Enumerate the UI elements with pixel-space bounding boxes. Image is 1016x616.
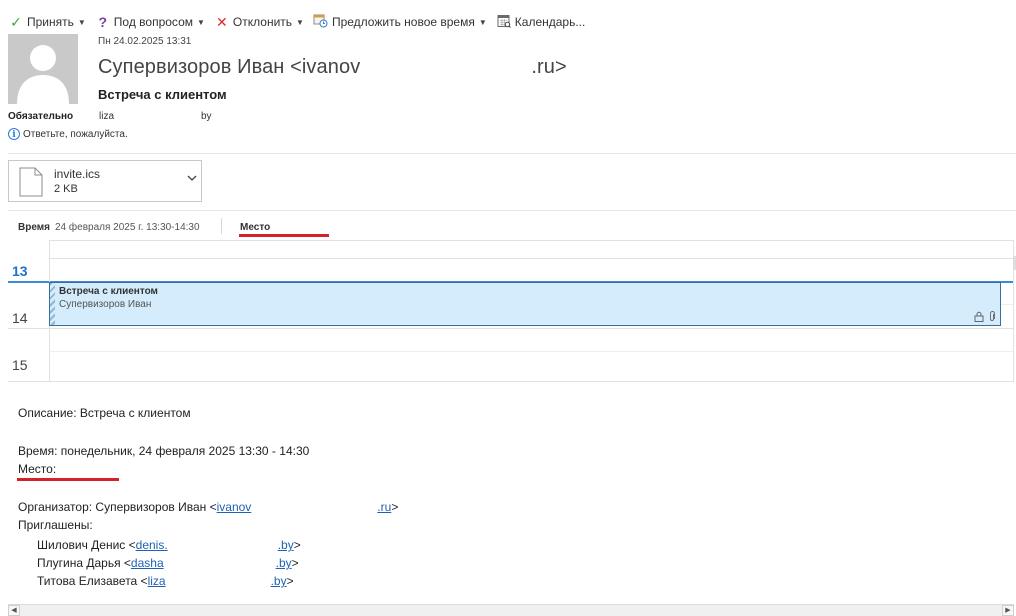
propose-time-label: Предложить новое время — [331, 15, 475, 29]
sender-name: Супервизоров Иван <ivanov — [98, 56, 361, 78]
invitee-suffix: > — [291, 556, 299, 570]
file-icon — [19, 167, 43, 197]
message-date: Пн 24.02.2025 13:31 — [98, 36, 192, 47]
organizer-prefix: Организатор: Супервизоров Иван < — [18, 500, 217, 514]
calendar-preview: 13 14 15 Встреча с клиентом Супервизоров… — [8, 240, 1014, 382]
organizer-suffix: > — [391, 500, 399, 514]
grid-line — [49, 351, 1014, 352]
organizer-email-domain-link[interactable]: .ru — [377, 500, 391, 514]
calendar-button[interactable]: Календарь... — [496, 14, 586, 31]
avatar — [8, 34, 78, 104]
appointment-organizer: Супервизоров Иван — [59, 299, 152, 310]
invitee-line: Шилович Денис <denis. .by> — [37, 538, 301, 552]
calendar-label: Календарь... — [514, 15, 586, 29]
grid-line — [49, 240, 1014, 241]
tentative-label: Под вопросом — [113, 15, 193, 29]
chevron-down-icon: ▼ — [77, 17, 86, 27]
invitee-line: Плугина Дарья <dasha .by> — [37, 556, 299, 570]
required-attendees-label: Обязательно — [8, 111, 74, 122]
invitee-suffix: > — [286, 574, 294, 588]
grid-line — [8, 381, 1014, 382]
time-label: Время — [18, 222, 50, 233]
required-attendee[interactable]: liza — [99, 111, 114, 122]
attachment-size: 2 KB — [54, 183, 78, 195]
place-label: Место — [240, 222, 271, 233]
tentative-button[interactable]: ? Под вопросом ▼ — [95, 14, 205, 30]
highlight-underline — [17, 478, 119, 481]
question-icon: ? — [98, 14, 108, 30]
calendar-icon — [496, 14, 512, 31]
message-subject: Встреча с клиентом — [98, 87, 227, 102]
propose-time-button[interactable]: Предложить новое время ▼ — [313, 13, 487, 31]
response-toolbar: ✓ Принять ▼ ? Под вопросом ▼ ✕ Отклонить… — [8, 12, 594, 32]
invitee-suffix: > — [293, 538, 301, 552]
invitee-name: Плугина Дарья < — [37, 556, 131, 570]
horizontal-scrollbar[interactable]: ◀ ▶ — [8, 604, 1014, 616]
hour-label: 15 — [12, 357, 28, 373]
person-icon — [8, 34, 78, 104]
invitee-email-link[interactable]: denis. — [136, 538, 168, 552]
info-text: Ответьте, пожалуйста. — [23, 128, 128, 140]
scroll-right-icon[interactable]: ▶ — [1002, 605, 1014, 616]
invitee-email-domain-link[interactable]: .by — [276, 556, 292, 570]
check-icon: ✓ — [10, 14, 22, 30]
grid-line — [8, 328, 1014, 329]
invitee-line: Титова Елизавета <liza .by> — [37, 574, 294, 588]
divider — [8, 210, 1016, 211]
paperclip-icon — [990, 311, 995, 321]
appointment-title: Встреча с клиентом — [59, 286, 158, 297]
invitee-email-domain-link[interactable]: .by — [278, 538, 294, 552]
divider — [8, 153, 1016, 154]
info-icon: i — [8, 128, 20, 140]
chevron-down-icon: ▼ — [197, 17, 205, 27]
cross-icon: ✕ — [216, 14, 228, 30]
chevron-down-icon: ▼ — [296, 17, 304, 27]
invitee-email-link[interactable]: dasha — [131, 556, 164, 570]
propose-time-icon — [313, 13, 329, 31]
hour-label: 14 — [12, 310, 28, 326]
time-line: Время: понедельник, 24 февраля 2025 13:3… — [18, 444, 310, 458]
organizer-email-link[interactable]: ivanov — [217, 500, 252, 514]
invitee-name: Шилович Денис < — [37, 538, 136, 552]
appointment-block[interactable]: Встреча с клиентом Супервизоров Иван — [49, 282, 1001, 326]
lock-icon — [974, 311, 984, 322]
description-line: Описание: Встреча с клиентом — [18, 406, 191, 420]
time-value: 24 февраля 2025 г. 13:30-14:30 — [55, 222, 200, 233]
divider — [221, 218, 222, 234]
highlight-underline — [239, 234, 329, 237]
accept-button[interactable]: ✓ Принять ▼ — [8, 14, 86, 30]
hour-label: 13 — [12, 263, 28, 279]
decline-label: Отклонить — [232, 15, 293, 29]
attachment-name: invite.ics — [54, 167, 101, 181]
invitee-email-link[interactable]: liza — [148, 574, 166, 588]
grid-line — [49, 258, 1014, 259]
attachment-card[interactable]: invite.ics 2 KB — [8, 160, 202, 202]
info-bar: i Ответьте, пожалуйста. — [8, 128, 128, 140]
organizer-line: Организатор: Супервизоров Иван <ivanov .r… — [18, 500, 398, 514]
chevron-down-icon[interactable] — [187, 173, 197, 185]
place-line: Место: — [18, 462, 57, 476]
invitee-name: Титова Елизавета < — [37, 574, 148, 588]
invitee-email-domain-link[interactable]: .by — [271, 574, 287, 588]
invited-label: Приглашены: — [18, 518, 93, 532]
decline-button[interactable]: ✕ Отклонить ▼ — [214, 14, 304, 30]
sender[interactable]: Супервизоров Иван <ivanov .ru> — [98, 56, 567, 79]
chevron-down-icon: ▼ — [478, 17, 487, 27]
scroll-left-icon[interactable]: ◀ — [8, 605, 20, 616]
required-attendee-domain: by — [201, 111, 212, 122]
accept-label: Принять — [27, 15, 74, 29]
sender-domain: .ru> — [531, 56, 567, 78]
